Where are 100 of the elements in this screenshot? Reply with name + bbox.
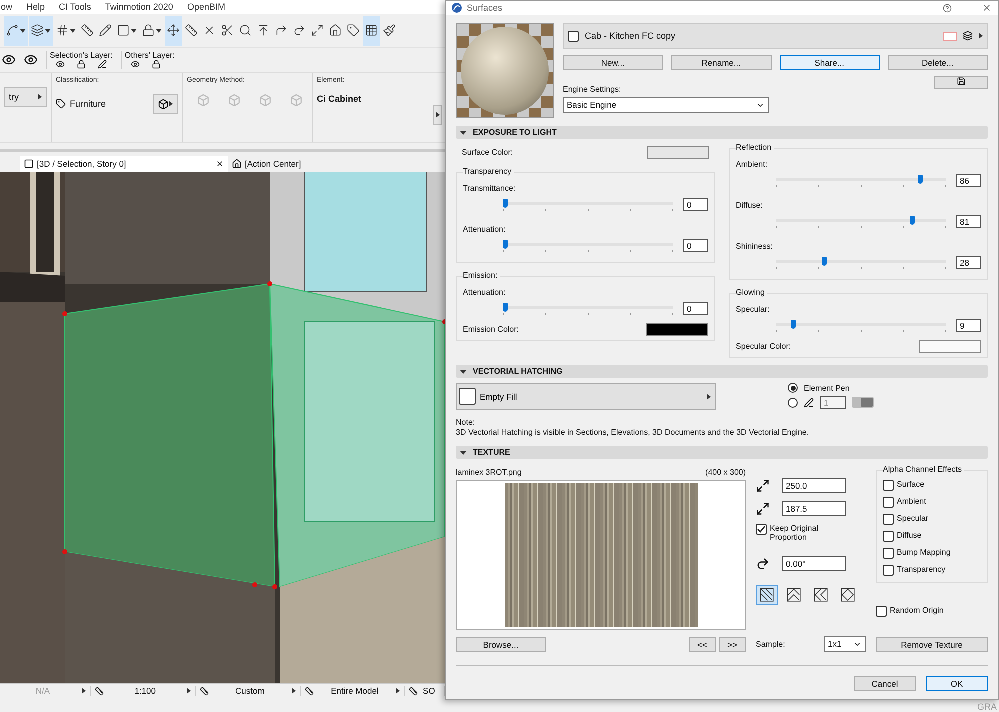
group-title: Glowing: [736, 288, 767, 297]
ruler-icon: [185, 24, 198, 37]
close-icon[interactable]: [216, 160, 224, 168]
color-well[interactable]: [646, 323, 708, 336]
section-header[interactable]: EXPOSURE TO LIGHT: [456, 126, 988, 139]
collapse-caret-icon: [460, 370, 467, 374]
menu-item[interactable]: OpenBIM: [187, 2, 226, 12]
surface-name-bar[interactable]: Cab - Kitchen FC copy: [563, 23, 988, 49]
value-field[interactable]: 0: [683, 198, 708, 211]
caret-icon: [131, 28, 137, 32]
slider[interactable]: [776, 174, 946, 186]
menu-item[interactable]: ow: [1, 2, 13, 12]
checkbox[interactable]: [883, 531, 894, 542]
status-icon: [94, 686, 104, 696]
classification-value: Furniture: [70, 99, 106, 109]
caret-icon: [70, 28, 76, 32]
pen-color-swatch[interactable]: [852, 397, 874, 408]
slider[interactable]: [503, 198, 673, 210]
checkbox[interactable]: [883, 480, 894, 491]
geometry-cube-icon: [259, 94, 272, 107]
dialog-button[interactable]: Share...: [780, 55, 880, 70]
color-well[interactable]: [919, 340, 981, 353]
slider[interactable]: [776, 256, 946, 268]
dialog-button[interactable]: Cancel: [854, 676, 916, 691]
dialog-button[interactable]: Delete...: [888, 55, 988, 70]
value-field[interactable]: 28: [956, 256, 981, 269]
help-icon[interactable]: [943, 4, 952, 12]
dialog-button[interactable]: OK: [926, 676, 988, 691]
browse-button[interactable]: Browse...: [456, 637, 546, 652]
save-button[interactable]: [934, 76, 988, 89]
grid-icon: [365, 24, 378, 37]
element-value: Ci Cabinet: [317, 94, 363, 104]
angle-field[interactable]: 0.00°: [782, 556, 846, 571]
status-dropdown[interactable]: Entire Model: [300, 686, 406, 696]
slider-thumb[interactable]: [910, 216, 915, 224]
value-field[interactable]: 86: [956, 174, 981, 187]
color-well[interactable]: [647, 146, 709, 159]
checkbox[interactable]: [756, 524, 767, 535]
caret-icon: [82, 688, 86, 694]
eye-icon: [24, 53, 38, 67]
slider-label: Ambient:: [736, 160, 768, 169]
slider[interactable]: [503, 302, 673, 314]
slider-thumb[interactable]: [503, 302, 508, 312]
geometry-cube-icon: [290, 94, 303, 107]
menu-item[interactable]: Help: [26, 2, 46, 12]
value-field[interactable]: 0: [683, 239, 708, 252]
caret-icon: [292, 688, 296, 694]
section-header[interactable]: TEXTURE: [456, 446, 988, 459]
slider-thumb[interactable]: [503, 240, 508, 248]
move-icon: [167, 24, 180, 37]
toolbar-button[interactable]: [29, 16, 53, 46]
menu-item[interactable]: CI Tools: [59, 2, 92, 12]
previous-button[interactable]: <<: [689, 637, 716, 652]
slider-thumb[interactable]: [822, 256, 828, 266]
toolbar-button[interactable]: [363, 16, 380, 46]
square-icon: [117, 24, 130, 37]
radio-button[interactable]: [788, 383, 798, 393]
caret-icon: [396, 688, 400, 694]
group-title: Transparency: [463, 167, 514, 176]
checkbox[interactable]: [568, 30, 579, 42]
slider-thumb[interactable]: [790, 320, 796, 328]
fill-picker[interactable]: Empty Fill: [456, 383, 716, 410]
texture-file-name: laminex 3ROT.png: [456, 468, 522, 477]
slider-thumb[interactable]: [918, 174, 923, 184]
checkbox[interactable]: [883, 548, 894, 559]
menu-item[interactable]: Twinmotion 2020: [105, 2, 174, 12]
checkbox[interactable]: [876, 606, 887, 617]
alignment-button[interactable]: [756, 585, 778, 605]
slider-thumb[interactable]: [503, 198, 508, 208]
section-header[interactable]: VECTORIAL HATCHING: [456, 365, 988, 378]
checkbox[interactable]: [883, 497, 894, 508]
sample-select[interactable]: 1x1: [824, 636, 866, 652]
texture-alignment-icon: [786, 587, 802, 603]
toolbar-button[interactable]: [165, 16, 182, 46]
tag-icon: [56, 99, 66, 109]
width-field[interactable]: 250.0: [782, 478, 846, 493]
dialog-button[interactable]: New...: [563, 55, 664, 70]
checkbox[interactable]: [883, 514, 894, 525]
view-tab[interactable]: [3D / Selection, Story 0]: [20, 156, 228, 172]
tree-button[interactable]: [153, 94, 178, 114]
toolbar-button[interactable]: [4, 16, 28, 46]
arrow-button[interactable]: [433, 104, 442, 124]
status-dropdown[interactable]: Custom: [196, 686, 301, 696]
slider[interactable]: [503, 240, 673, 252]
eye-icon: [56, 60, 65, 69]
dropdown-button[interactable]: try: [4, 87, 47, 107]
radio-button[interactable]: [788, 398, 798, 408]
remove-texture-button[interactable]: Remove Texture: [876, 637, 988, 652]
checkbox[interactable]: [883, 565, 894, 576]
value-field[interactable]: 0: [683, 302, 708, 315]
next-button[interactable]: >>: [719, 637, 746, 652]
height-field[interactable]: 187.5: [782, 501, 846, 516]
value-field[interactable]: 9: [956, 319, 981, 332]
status-dropdown[interactable]: 1:100: [90, 686, 196, 696]
view-tab[interactable]: [Action Center]: [228, 156, 348, 172]
value-field[interactable]: 81: [956, 215, 981, 228]
dialog-button[interactable]: Rename...: [671, 55, 772, 70]
slider[interactable]: [776, 216, 946, 228]
slider[interactable]: [776, 320, 946, 332]
engine-select[interactable]: Basic Engine: [563, 97, 769, 113]
